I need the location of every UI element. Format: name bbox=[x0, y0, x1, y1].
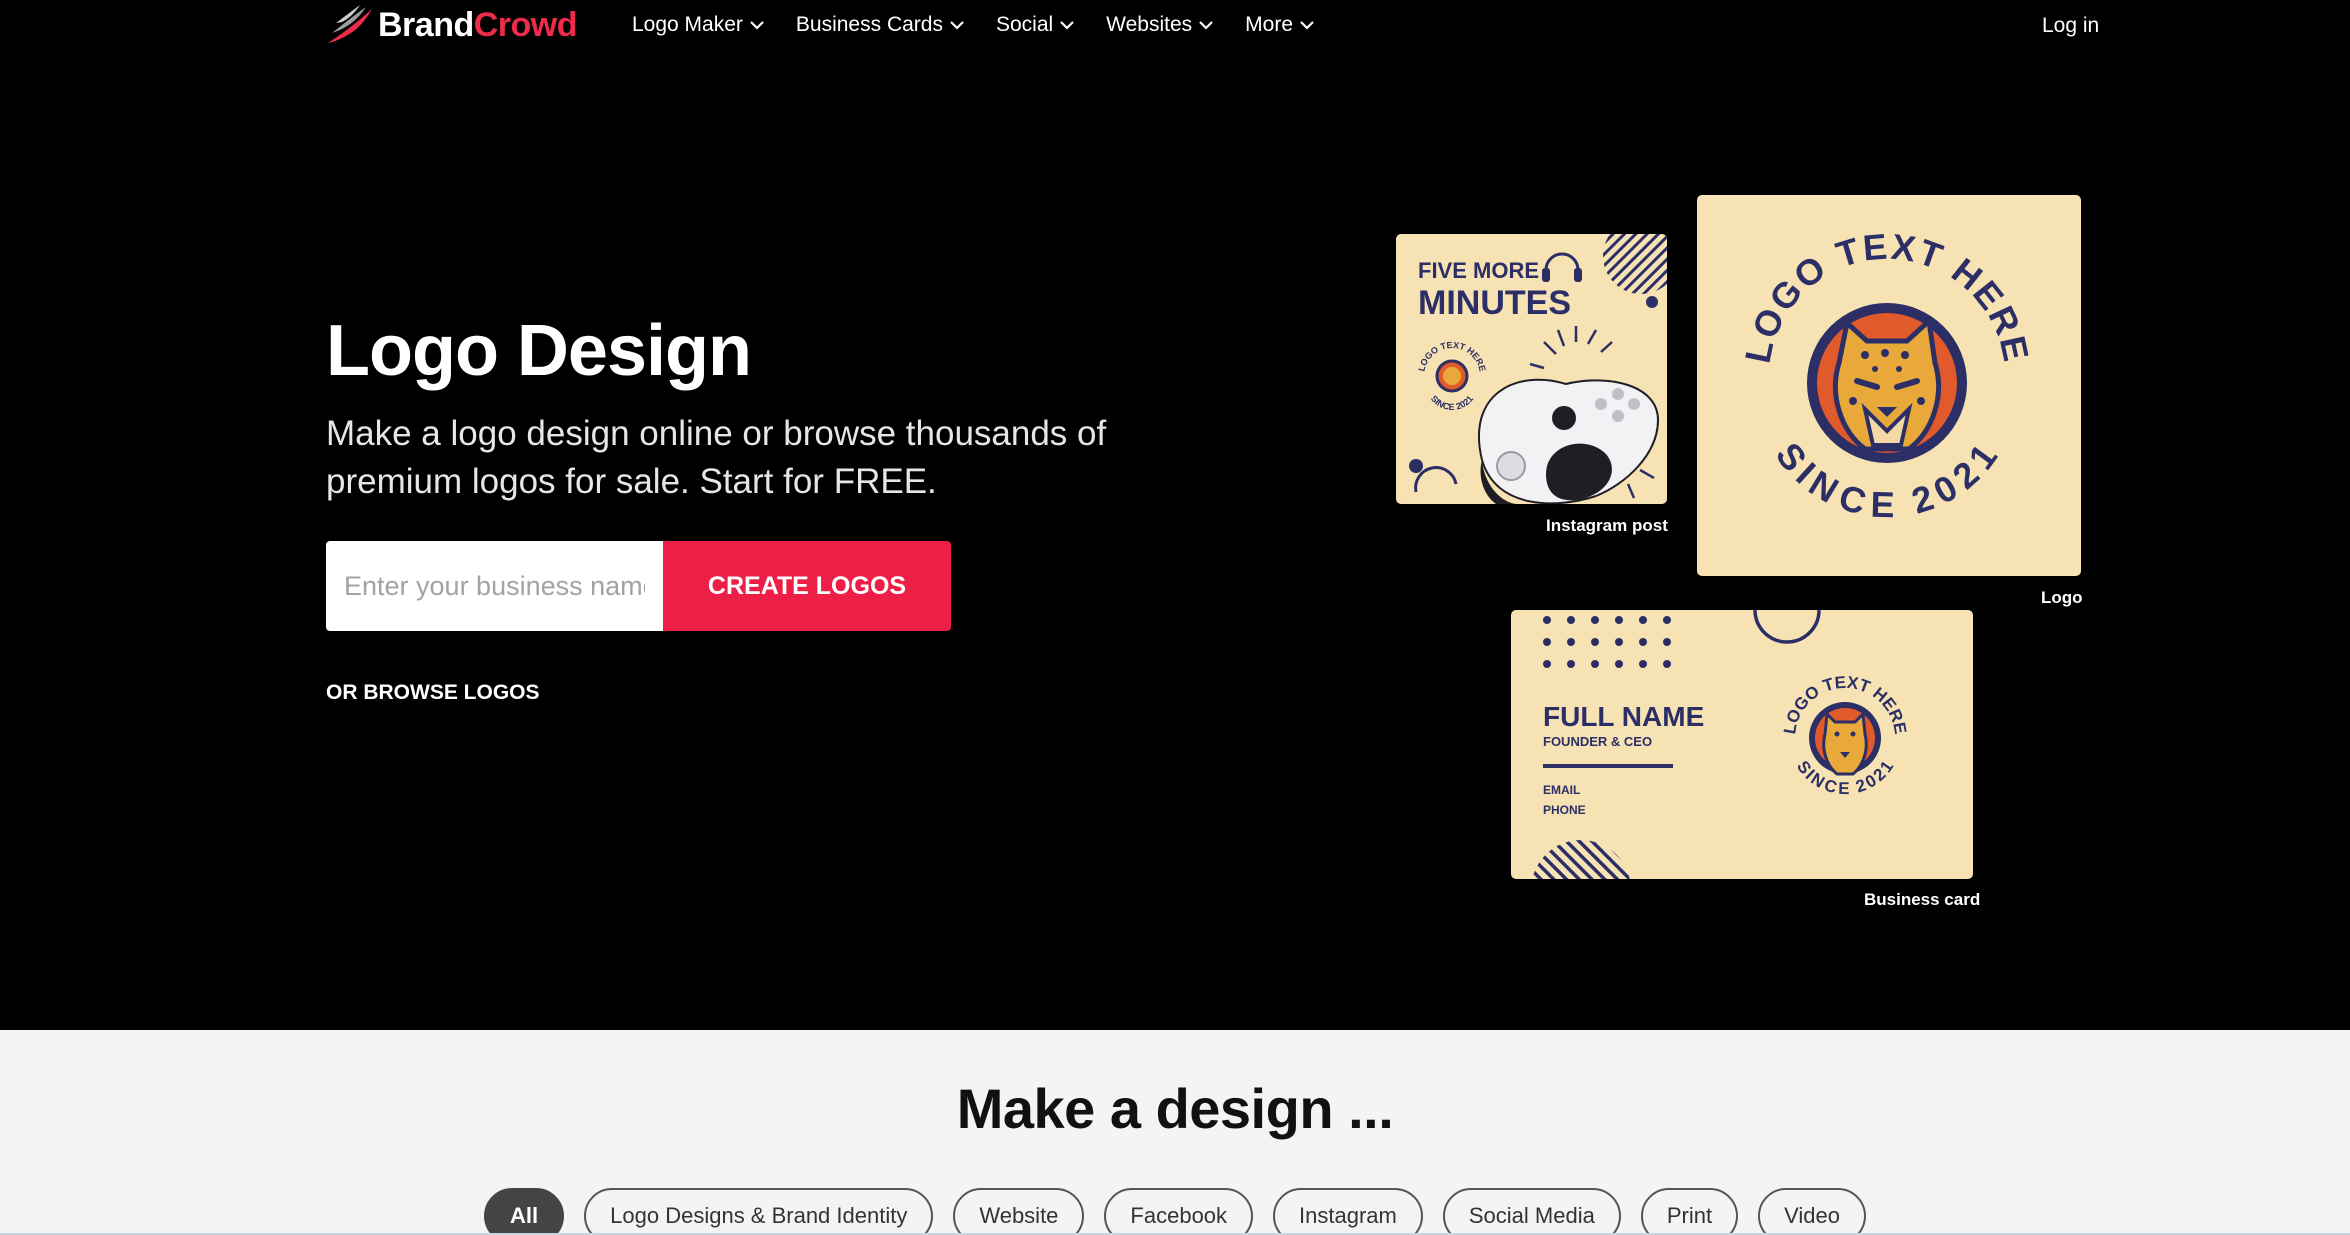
nav-label: Logo Maker bbox=[632, 13, 743, 36]
nav-more[interactable]: More bbox=[1245, 13, 1314, 37]
main-nav: Logo Maker Business Cards Social Website… bbox=[632, 13, 1346, 37]
game-controller-icon bbox=[1477, 378, 1660, 504]
svg-text:SINCE 2021: SINCE 2021 bbox=[1429, 394, 1475, 413]
filter-pill-video[interactable]: Video bbox=[1758, 1188, 1866, 1235]
nav-business-cards[interactable]: Business Cards bbox=[796, 13, 964, 37]
filter-pill-logo-designs[interactable]: Logo Designs & Brand Identity bbox=[584, 1188, 934, 1235]
cheetah-icon bbox=[1833, 315, 1941, 452]
hero-title: Logo Design bbox=[326, 311, 752, 391]
category-filter: All Logo Designs & Brand Identity Websit… bbox=[0, 1188, 2350, 1235]
nav-label: Social bbox=[995, 13, 1054, 36]
chevron-down-icon bbox=[750, 20, 764, 30]
instagram-line2: MINUTES bbox=[1418, 284, 1571, 322]
brand-swoosh-icon bbox=[328, 5, 372, 43]
instagram-post-artwork: FIVE MORE MINUTES LOGO TEXT HERE SINCE 2… bbox=[1409, 234, 1667, 504]
instagram-line1: FIVE MORE bbox=[1418, 258, 1539, 283]
instagram-badge-bottom: SINCE 2021 bbox=[1429, 394, 1475, 413]
top-navbar: BrandCrowd Logo Maker Business Cards Soc… bbox=[0, 0, 2350, 54]
filter-pill-social-media[interactable]: Social Media bbox=[1442, 1188, 1621, 1235]
card-role: FOUNDER & CEO bbox=[1543, 734, 1652, 749]
login-link[interactable]: Log in bbox=[2042, 14, 2099, 38]
chevron-down-icon bbox=[1199, 20, 1213, 30]
instagram-post-mockup[interactable]: FIVE MORE MINUTES LOGO TEXT HERE SINCE 2… bbox=[1396, 234, 1667, 504]
instagram-caption: Instagram post bbox=[1546, 516, 1668, 535]
brand-logo[interactable]: BrandCrowd bbox=[326, 4, 578, 46]
brand-wordmark: BrandCrowd bbox=[378, 5, 578, 44]
make-a-design-section: Make a design ... All Logo Designs & Bra… bbox=[0, 1030, 2350, 1235]
business-name-input[interactable] bbox=[326, 541, 663, 631]
headphones-icon bbox=[1542, 252, 1582, 282]
card-name: FULL NAME bbox=[1543, 701, 1704, 732]
hero-subtitle: Make a logo design online or browse thou… bbox=[326, 414, 1107, 501]
section-title: Make a design ... bbox=[956, 1077, 1394, 1140]
nav-label: Websites bbox=[1106, 13, 1193, 36]
filter-pill-print[interactable]: Print bbox=[1640, 1188, 1739, 1235]
create-logos-button[interactable]: CREATE LOGOS bbox=[663, 541, 951, 631]
chevron-down-icon bbox=[950, 20, 964, 30]
chevron-down-icon bbox=[1300, 20, 1314, 30]
card-email: EMAIL bbox=[1543, 783, 1580, 797]
filter-pill-all[interactable]: All bbox=[484, 1188, 565, 1235]
nav-websites[interactable]: Websites bbox=[1106, 13, 1213, 37]
logo-mockup[interactable]: LOGO TEXT HERE SINCE 2021 bbox=[1697, 195, 2081, 576]
logo-caption: Logo bbox=[2041, 588, 2083, 607]
filter-pill-facebook[interactable]: Facebook bbox=[1104, 1188, 1254, 1235]
nav-social[interactable]: Social bbox=[996, 13, 1074, 37]
logo-artwork: LOGO TEXT HERE SINCE 2021 bbox=[1737, 225, 2036, 525]
card-badge: LOGO TEXT HERE SINCE 2021 bbox=[1780, 673, 1910, 798]
business-card-mockup[interactable]: FULL NAME FOUNDER & CEO EMAIL PHONE LOGO… bbox=[1511, 610, 1973, 879]
chevron-down-icon bbox=[1060, 20, 1074, 30]
filter-pill-instagram[interactable]: Instagram bbox=[1273, 1188, 1423, 1235]
nav-label: More bbox=[1245, 13, 1294, 36]
card-phone: PHONE bbox=[1543, 803, 1586, 817]
business-name-form: CREATE LOGOS bbox=[326, 541, 951, 631]
filter-pill-website[interactable]: Website bbox=[953, 1188, 1085, 1235]
dot-pattern bbox=[1543, 616, 1671, 668]
nav-logo-maker[interactable]: Logo Maker bbox=[632, 13, 764, 37]
instagram-badge: LOGO TEXT HERE SINCE 2021 bbox=[1416, 340, 1487, 412]
browse-logos-link[interactable]: OR BROWSE LOGOS bbox=[326, 681, 540, 705]
business-card-artwork: FULL NAME FOUNDER & CEO EMAIL PHONE LOGO… bbox=[1531, 610, 1910, 879]
nav-label: Business Cards bbox=[795, 13, 943, 36]
business-card-caption: Business card bbox=[1864, 890, 1981, 909]
